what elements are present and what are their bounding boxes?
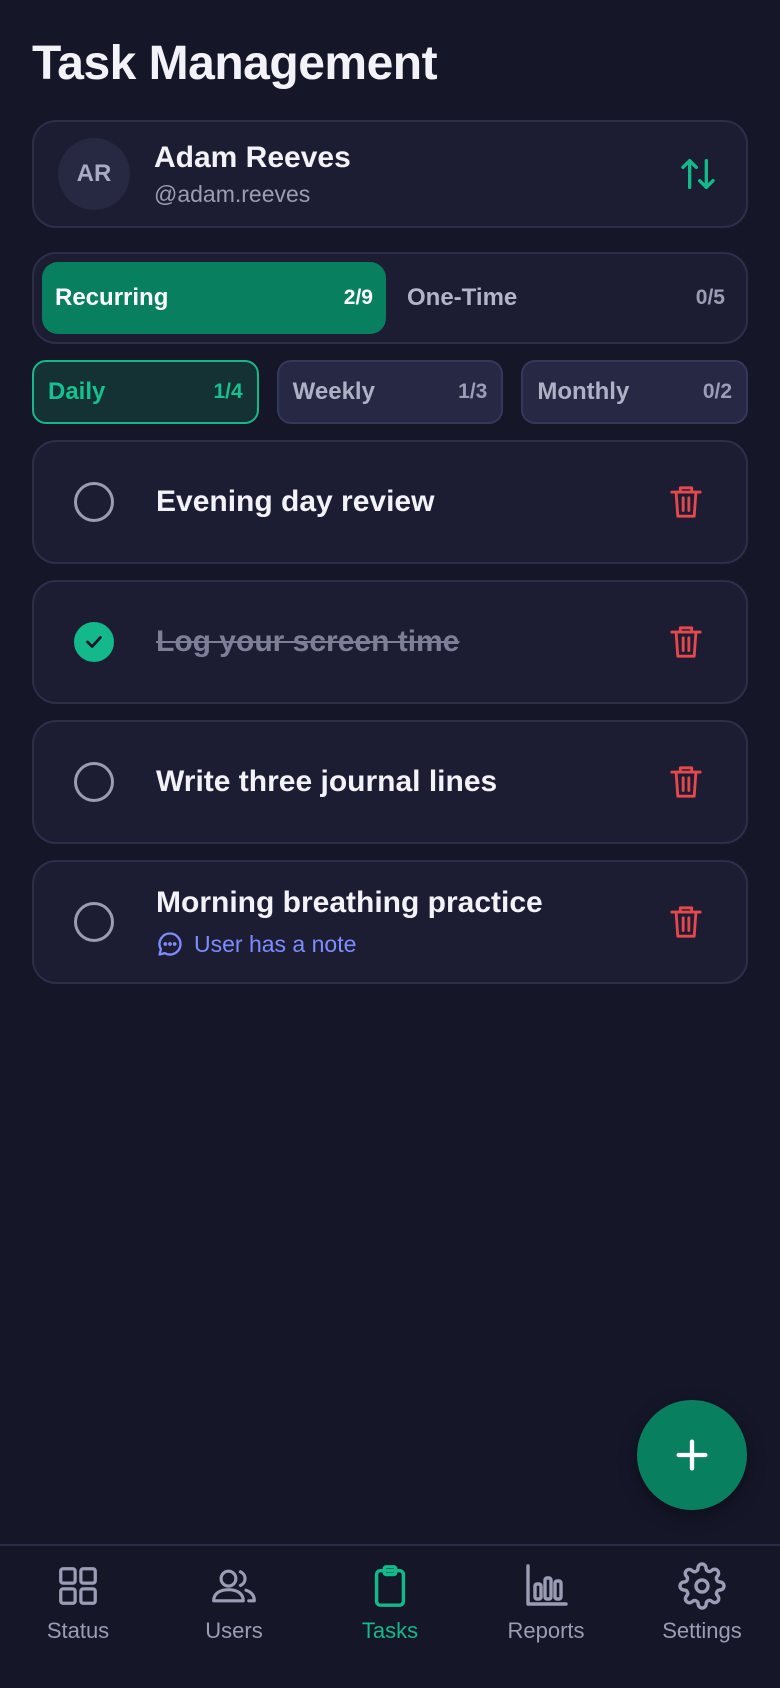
nav-label: Settings — [662, 1618, 742, 1643]
bottom-nav: Status Users Tasks Reports Settings — [0, 1544, 780, 1688]
segment-label: One-Time — [407, 284, 518, 311]
task-body: Morning breathing practice User has a no… — [156, 886, 666, 958]
task-body: Log your screen time — [156, 625, 666, 659]
delete-task-button[interactable] — [666, 620, 706, 664]
task-checkbox[interactable] — [74, 902, 114, 942]
filter-count: 1/4 — [213, 380, 243, 403]
nav-reports[interactable]: Reports — [468, 1546, 624, 1688]
add-task-button[interactable] — [637, 1400, 747, 1510]
filter-label: Daily — [48, 378, 106, 405]
task-body: Write three journal lines — [156, 765, 666, 799]
plus-icon — [676, 1439, 708, 1471]
nav-status[interactable]: Status — [0, 1546, 156, 1688]
filter-label: Weekly — [292, 378, 375, 405]
arrows-up-down-icon — [681, 159, 715, 189]
task-note-link[interactable]: User has a note — [156, 930, 666, 958]
task-title: Log your screen time — [156, 625, 460, 658]
delete-task-button[interactable] — [666, 760, 706, 804]
nav-settings[interactable]: Settings — [624, 1546, 780, 1688]
trash-icon — [670, 486, 702, 518]
task-title: Write three journal lines — [156, 765, 498, 798]
segment-recurring[interactable]: Recurring 2/9 — [42, 262, 386, 334]
clipboard-icon — [374, 1565, 406, 1607]
task-item: Write three journal lines — [32, 720, 748, 844]
segment-count: 0/5 — [695, 286, 725, 309]
filter-label: Monthly — [537, 378, 630, 405]
switch-user-button[interactable] — [674, 150, 722, 198]
task-item: Morning breathing practice User has a no… — [32, 860, 748, 984]
trash-icon — [670, 626, 702, 658]
filter-count: 0/2 — [702, 380, 733, 403]
filter-monthly[interactable]: Monthly 0/2 — [521, 360, 749, 424]
checkmark-icon — [86, 636, 102, 648]
nav-label: Users — [205, 1618, 263, 1643]
task-checkbox[interactable] — [74, 762, 114, 802]
grid-icon — [59, 1567, 97, 1605]
user-name: Adam Reeves — [154, 140, 351, 174]
delete-task-button[interactable] — [666, 480, 706, 524]
delete-task-button[interactable] — [666, 900, 706, 944]
task-checkbox[interactable] — [74, 622, 114, 662]
task-checkbox[interactable] — [74, 482, 114, 522]
task-body: Evening day review — [156, 485, 666, 519]
gear-icon — [678, 1562, 726, 1610]
task-title: Morning breathing practice — [156, 886, 543, 919]
task-note-text: User has a note — [194, 930, 357, 957]
user-handle: @adam.reeves — [154, 180, 311, 207]
filter-count: 1/3 — [458, 380, 488, 403]
page-title: Task Management — [32, 37, 438, 90]
filter-daily[interactable]: Daily 1/4 — [32, 360, 259, 424]
nav-label: Status — [46, 1618, 110, 1643]
filter-weekly[interactable]: Weekly 1/3 — [276, 360, 504, 424]
task-type-toggle: Recurring 2/9 One-Time 0/5 — [32, 252, 748, 344]
bar-chart-icon — [526, 1564, 568, 1606]
trash-icon — [670, 766, 702, 798]
users-icon — [212, 1569, 256, 1603]
trash-icon — [670, 906, 702, 938]
task-item: Log your screen time — [32, 580, 748, 704]
frequency-filters: Daily 1/4 Weekly 1/3 Monthly 0/2 — [32, 360, 749, 424]
task-item: Evening day review — [32, 440, 748, 564]
segment-one-time[interactable]: One-Time 0/5 — [394, 262, 738, 334]
task-title: Evening day review — [156, 485, 435, 518]
user-info: Adam Reeves @adam.reeves — [154, 141, 674, 208]
user-card: AR Adam Reeves @adam.reeves — [32, 120, 748, 228]
nav-label: Tasks — [361, 1618, 419, 1643]
nav-users[interactable]: Users — [156, 1546, 312, 1688]
segment-label: Recurring — [55, 284, 169, 311]
nav-label: Reports — [507, 1618, 585, 1643]
chat-bubble-icon — [158, 932, 182, 956]
avatar: AR — [58, 138, 130, 210]
segment-count: 2/9 — [343, 286, 373, 309]
nav-tasks[interactable]: Tasks — [312, 1546, 468, 1688]
